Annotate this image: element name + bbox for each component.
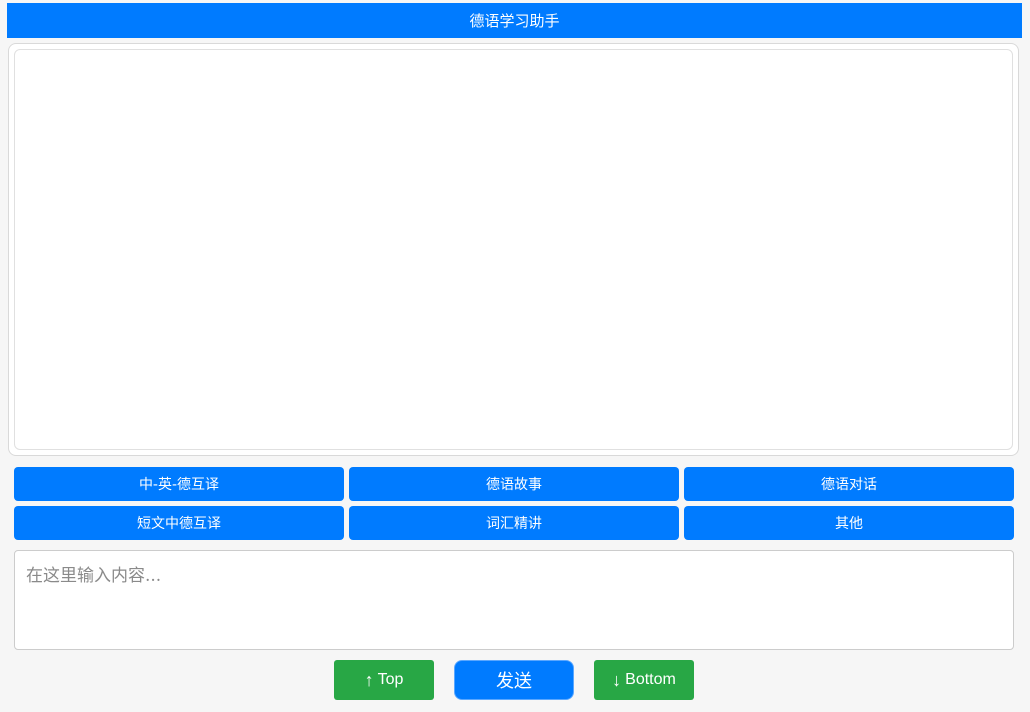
mode-button-short-text-translate[interactable]: 短文中德互译 [14,506,344,540]
mode-button-translate-zh-en-de[interactable]: 中-英-德互译 [14,467,344,501]
mode-button-german-dialogue[interactable]: 德语对话 [684,467,1014,501]
arrow-down-icon: ↓ [612,669,622,690]
scroll-top-label: Top [377,671,404,688]
app-header: 德语学习助手 [7,3,1022,38]
message-input[interactable] [14,550,1014,650]
chat-container [8,43,1019,456]
scroll-bottom-label: Bottom [625,671,676,688]
scroll-bottom-button[interactable]: ↓ Bottom [594,660,694,700]
page-title: 德语学习助手 [469,12,560,30]
mode-button-grid: 中-英-德互译 德语故事 德语对话 短文中德互译 词汇精讲 其他 [14,467,1014,540]
scroll-top-button[interactable]: ↑ Top [334,660,434,700]
arrow-up-icon: ↑ [364,669,374,690]
send-button[interactable]: 发送 [454,660,574,700]
send-label: 发送 [496,671,532,691]
mode-button-german-story[interactable]: 德语故事 [349,467,679,501]
chat-history-panel[interactable] [14,49,1013,450]
mode-button-vocabulary[interactable]: 词汇精讲 [349,506,679,540]
mode-button-other[interactable]: 其他 [684,506,1014,540]
